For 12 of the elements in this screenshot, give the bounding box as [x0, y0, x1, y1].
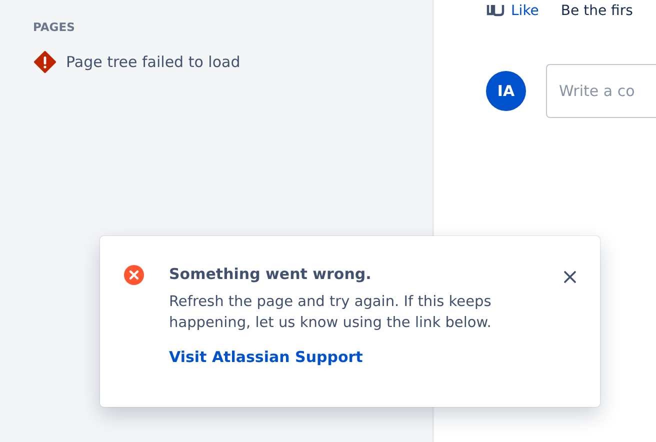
flag-title: Something went wrong. — [169, 265, 372, 283]
flag-message: Refresh the page and try again. If this keeps happening, let us know using the link below. — [169, 293, 492, 334]
close-icon — [564, 271, 576, 283]
comment-input-field[interactable]: Write a co — [546, 64, 656, 118]
error-icon — [124, 265, 144, 285]
user-avatar: IA — [486, 71, 526, 111]
error-icon — [34, 51, 56, 73]
like-summary: Be the firs — [560, 2, 633, 20]
support-link[interactable]: Visit Atlassian Support — [169, 348, 363, 366]
like-button[interactable]: Like — [486, 2, 539, 20]
error-message: Page tree failed to load — [66, 53, 240, 71]
section-heading: PAGES — [33, 20, 76, 34]
